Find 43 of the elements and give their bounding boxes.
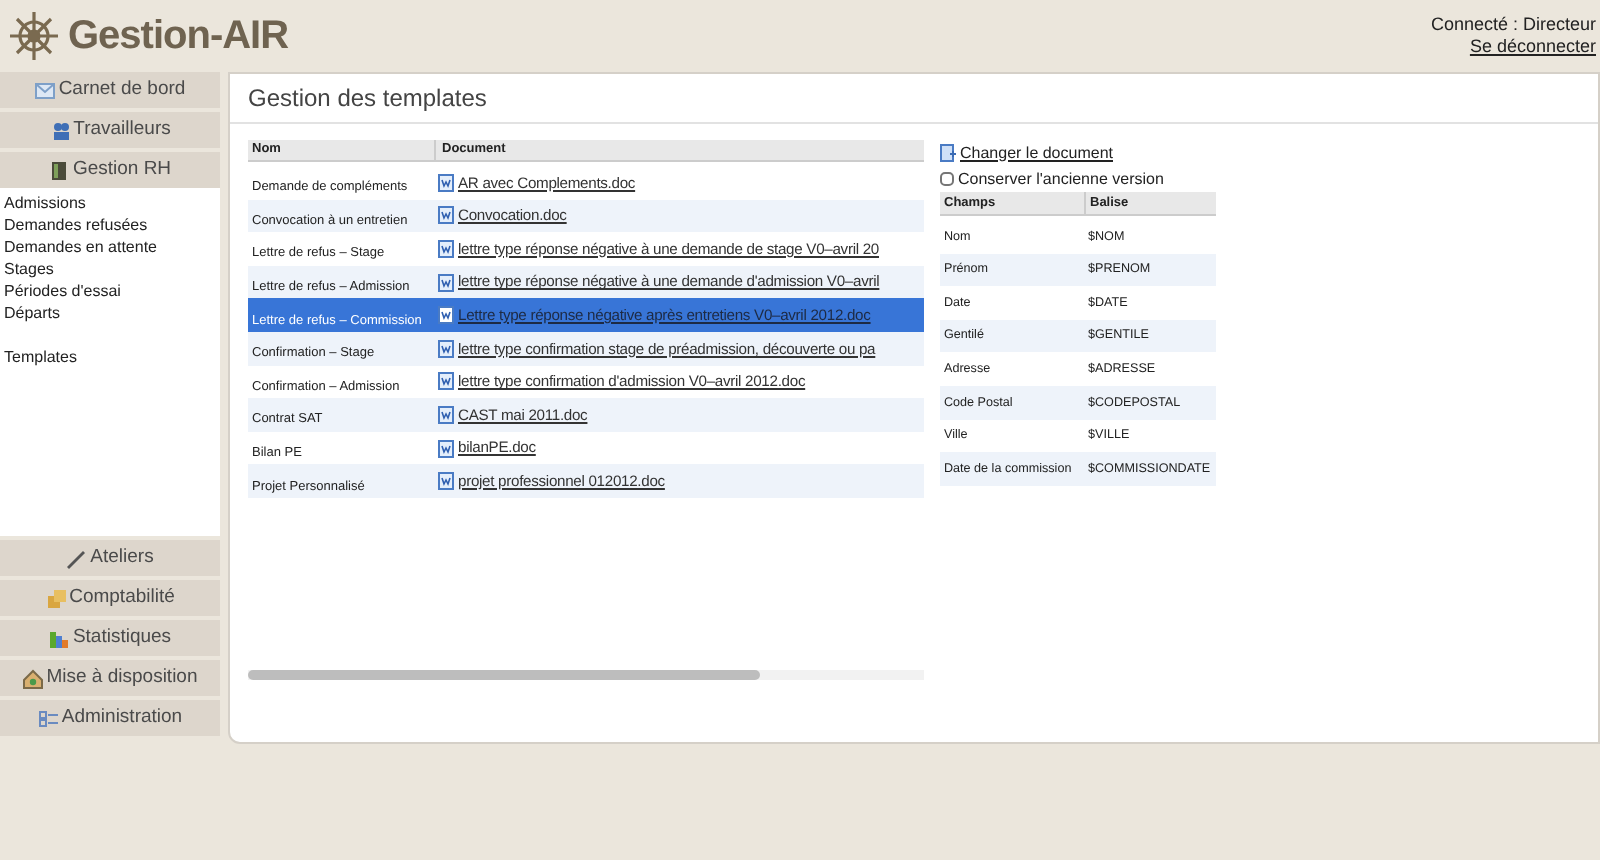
bar-chart-icon [48,627,71,649]
submenu-link[interactable]: Stages [4,258,54,280]
document-icon [438,372,454,391]
document-icon [438,405,454,424]
document-icon [438,339,454,358]
app-title: Gestion-AIR [68,12,289,62]
pen-icon [66,547,89,569]
list-icon [37,707,60,729]
panel-title: Gestion des templates [248,82,487,116]
submenu-link[interactable]: Templates [4,346,77,368]
nav-button[interactable]: Administration [0,700,220,736]
nav-button[interactable]: Ateliers [0,540,220,576]
people-icon [49,119,72,141]
ship-wheel-icon [8,10,60,62]
document-icon [940,144,956,162]
login-status: Connecté : Directeur [1430,14,1596,36]
house-icon [22,667,45,689]
submenu-link[interactable]: Départs [4,302,61,324]
document-icon [438,239,454,258]
submenu-link[interactable]: Demandes en attente [4,236,157,258]
envelope-icon [34,79,57,101]
checkbox[interactable] [940,172,954,186]
document-icon [438,439,454,458]
nav-button[interactable]: Carnet de bord [0,72,220,108]
submenu-link[interactable]: Admissions [4,192,86,214]
checkbox-label: Conserver l'ancienne version [958,167,1164,191]
boxes-icon [45,587,68,609]
submenu-link[interactable]: Périodes d'essai [4,280,121,302]
scrollbar-thumb[interactable] [248,670,760,680]
document-icon [438,273,454,292]
book-icon [48,159,71,181]
nav-button[interactable]: Travailleurs [0,112,220,148]
document-icon [438,173,454,192]
document-icon [438,206,454,225]
nav-button[interactable]: Comptabilité [0,580,220,616]
logout-link[interactable]: Se déconnecter [1469,36,1596,58]
nav-button[interactable]: Statistiques [0,620,220,656]
nav-button[interactable]: Mise à disposition [0,660,220,696]
submenu-link[interactable]: Demandes refusées [4,214,148,236]
nav-button[interactable]: Gestion RH [0,152,220,188]
change-document-link[interactable]: Changer le document [960,141,1113,165]
document-icon [438,472,454,491]
document-icon [438,306,454,325]
